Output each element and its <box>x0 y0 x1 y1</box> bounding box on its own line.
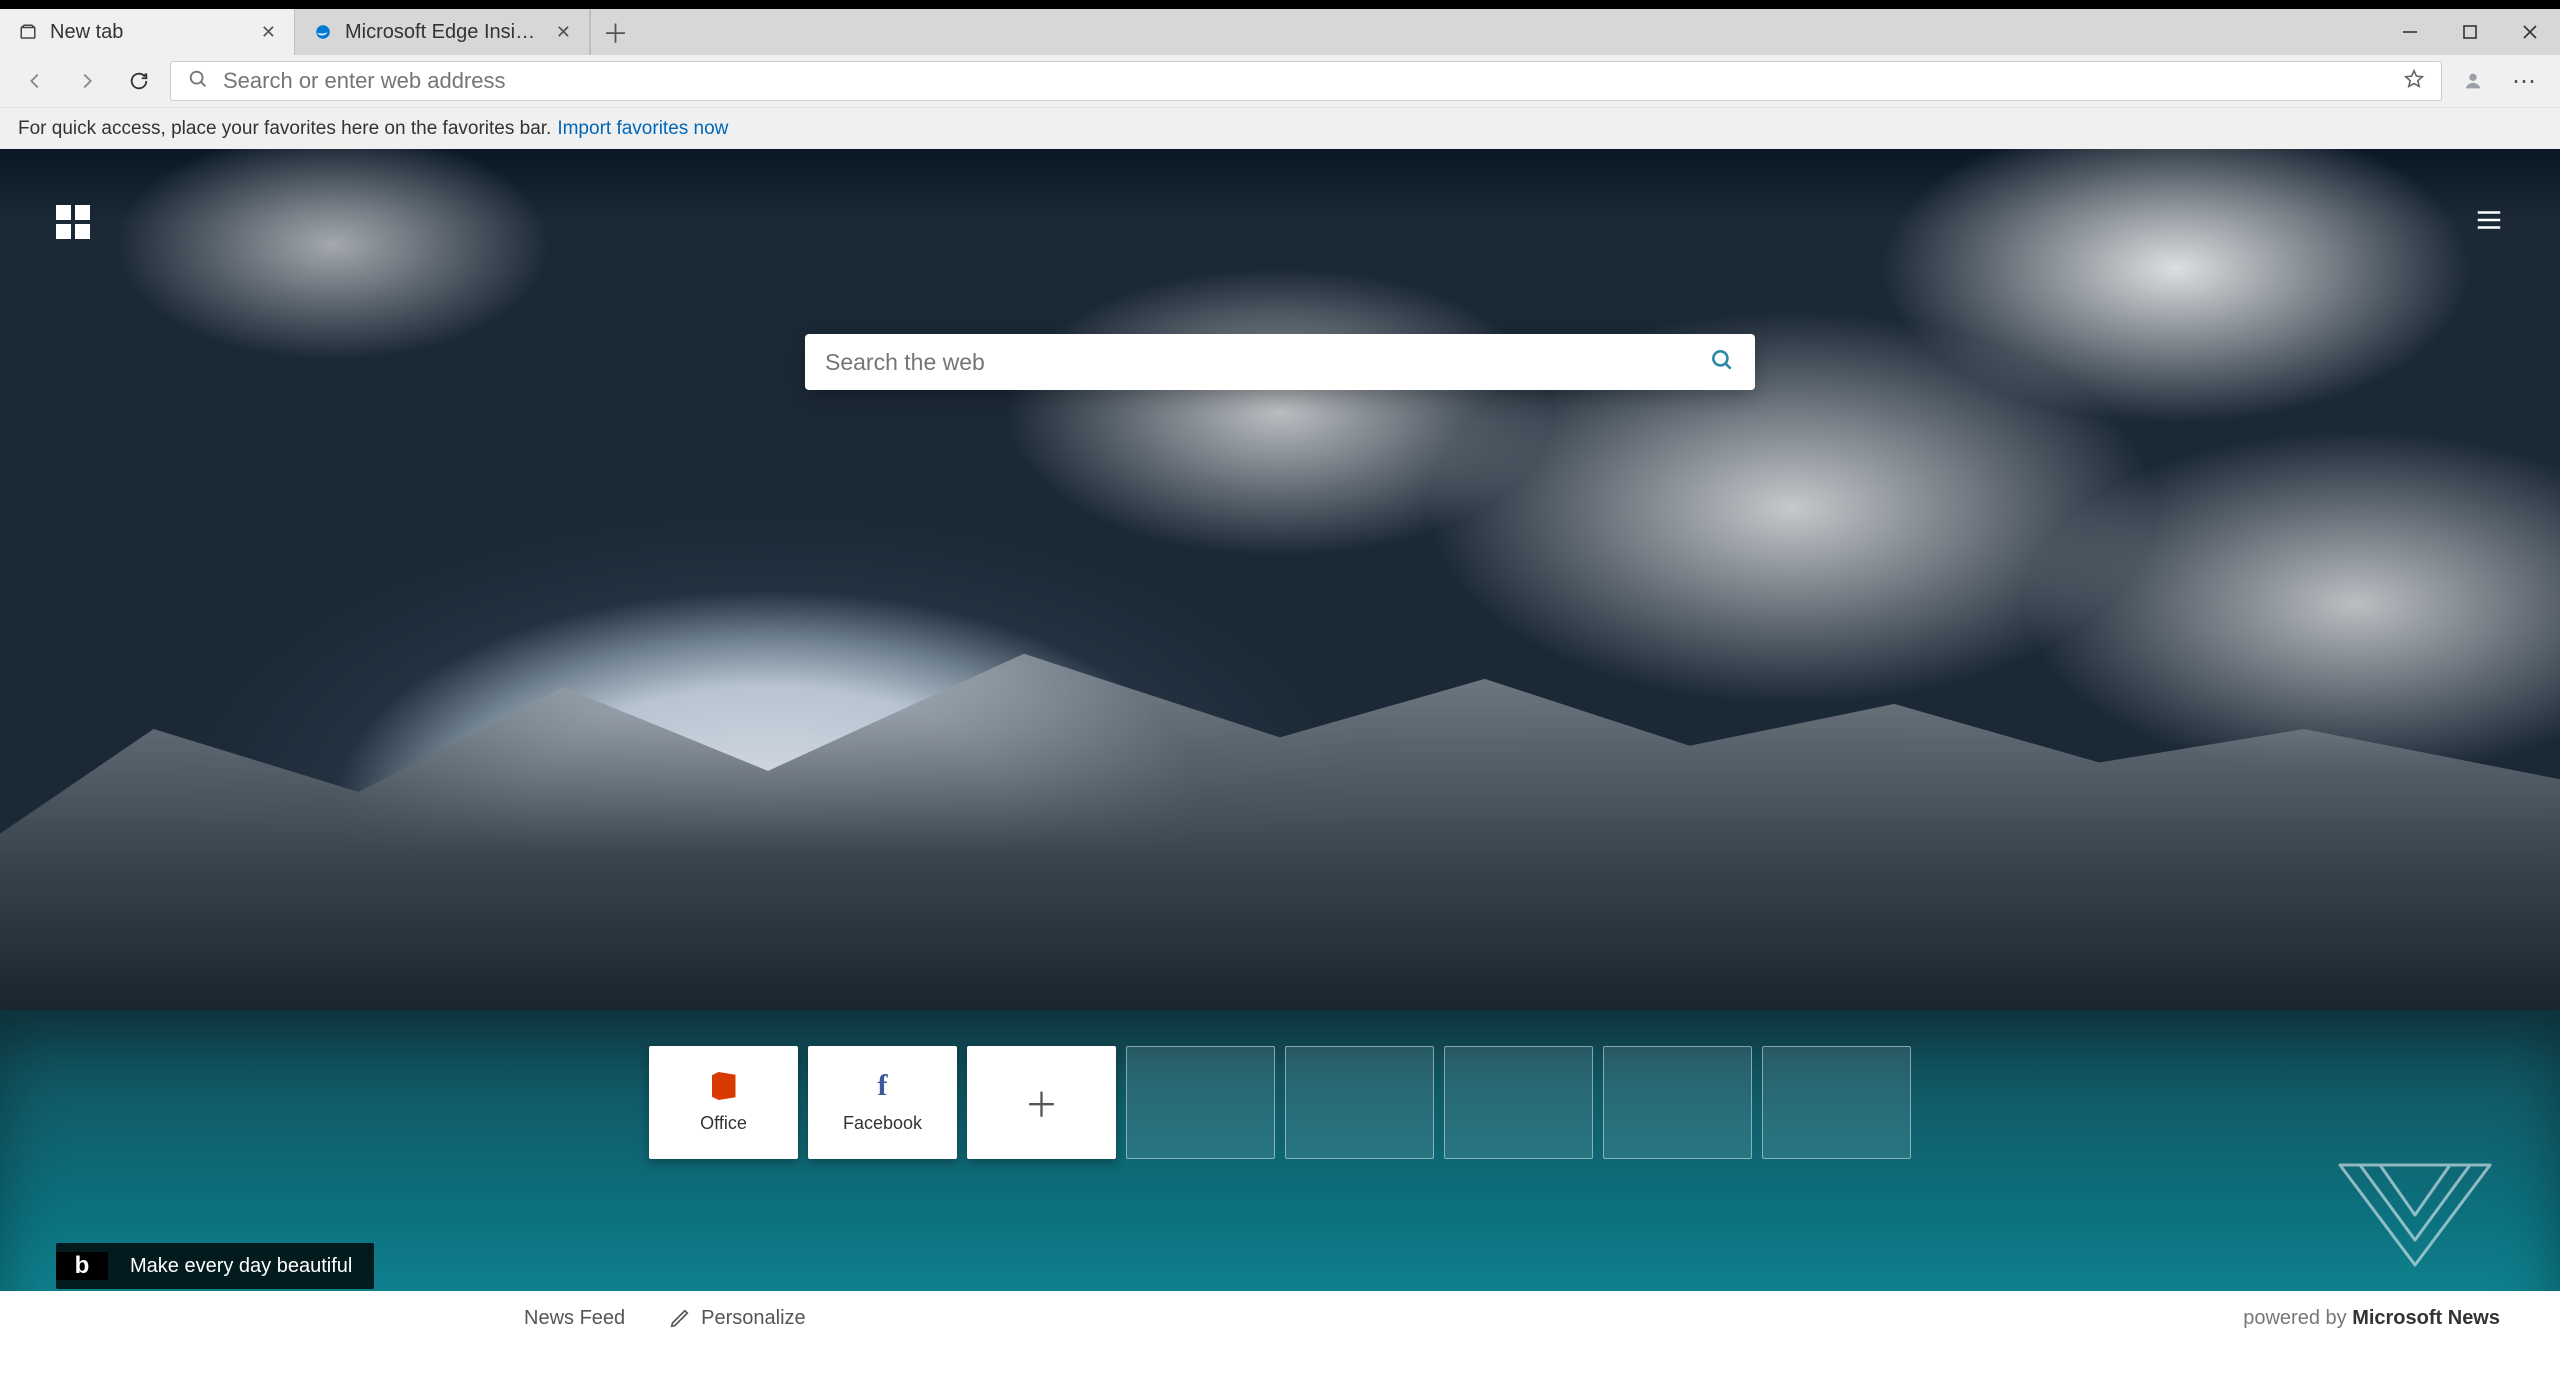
tab-favicon-edge-icon <box>313 22 333 42</box>
pencil-icon <box>669 1307 691 1329</box>
address-bar[interactable] <box>170 61 2442 101</box>
tab-favicon-newtab-icon <box>18 22 38 42</box>
bing-motto-pill[interactable]: b Make every day beautiful <box>56 1243 374 1289</box>
address-input[interactable] <box>223 68 2389 94</box>
ntp-search-submit-icon[interactable] <box>1709 347 1735 378</box>
tab-title: Microsoft Edge Insider <box>345 21 544 44</box>
tile-empty-slot[interactable] <box>1603 1046 1752 1159</box>
bing-motto-text: Make every day beautiful <box>108 1255 374 1278</box>
ntp-search-box[interactable] <box>805 334 1755 390</box>
bing-logo-icon: b <box>56 1252 108 1280</box>
favorites-hint-text: For quick access, place your favorites h… <box>18 118 551 140</box>
tile-empty-slot[interactable] <box>1444 1046 1593 1159</box>
window-maximize-button[interactable] <box>2440 9 2500 55</box>
quick-links-row: Office f Facebook ＋ <box>649 1046 1911 1159</box>
tile-empty-slot[interactable] <box>1126 1046 1275 1159</box>
nav-back-button[interactable] <box>14 60 56 102</box>
tile-office[interactable]: Office <box>649 1046 798 1159</box>
plus-icon: ＋ <box>1025 1078 1059 1127</box>
nav-forward-button[interactable] <box>66 60 108 102</box>
page-settings-button[interactable] <box>2474 205 2504 240</box>
powered-by-text: powered by Microsoft News <box>2243 1307 2500 1330</box>
toolbar: ⋯ <box>0 55 2560 107</box>
favorites-bar-hint: For quick access, place your favorites h… <box>0 107 2560 149</box>
import-favorites-link[interactable]: Import favorites now <box>557 118 728 140</box>
tab-strip: New tab ✕ Microsoft Edge Insider ✕ ＋ <box>0 9 2560 55</box>
nav-refresh-button[interactable] <box>118 60 160 102</box>
profile-button[interactable] <box>2452 60 2494 102</box>
window-close-button[interactable] <box>2500 9 2560 55</box>
tile-empty-slot[interactable] <box>1762 1046 1911 1159</box>
search-icon <box>187 68 209 95</box>
tile-facebook[interactable]: f Facebook <box>808 1046 957 1159</box>
personalize-button[interactable]: Personalize <box>669 1307 806 1330</box>
tab-edge-insider[interactable]: Microsoft Edge Insider ✕ <box>295 9 590 55</box>
background-mountains <box>0 603 2560 1022</box>
ntp-search-input[interactable] <box>825 349 1709 376</box>
tab-new-tab[interactable]: New tab ✕ <box>0 9 295 55</box>
facebook-icon: f <box>868 1071 898 1101</box>
office-icon <box>709 1071 739 1101</box>
tile-label: Office <box>700 1113 747 1134</box>
tile-add-site[interactable]: ＋ <box>967 1046 1116 1159</box>
tab-close-icon[interactable]: ✕ <box>556 22 571 43</box>
tile-empty-slot[interactable] <box>1285 1046 1434 1159</box>
window-top-border <box>0 0 2560 9</box>
settings-more-button[interactable]: ⋯ <box>2504 60 2546 102</box>
personalize-label: Personalize <box>701 1307 806 1330</box>
tile-label: Facebook <box>843 1113 922 1134</box>
ntp-footer: News Feed Personalize powered by Microso… <box>0 1291 2560 1345</box>
news-feed-link[interactable]: News Feed <box>524 1307 625 1330</box>
tab-title: New tab <box>50 21 249 44</box>
window-minimize-button[interactable] <box>2380 9 2440 55</box>
tab-close-icon[interactable]: ✕ <box>261 22 276 43</box>
microsoft-logo-icon[interactable] <box>56 205 90 239</box>
new-tab-page: Office f Facebook ＋ b Make every day bea… <box>0 149 2560 1345</box>
verge-watermark-icon <box>2330 1155 2500 1275</box>
favorite-star-icon[interactable] <box>2403 68 2425 95</box>
new-tab-button[interactable]: ＋ <box>590 9 640 55</box>
